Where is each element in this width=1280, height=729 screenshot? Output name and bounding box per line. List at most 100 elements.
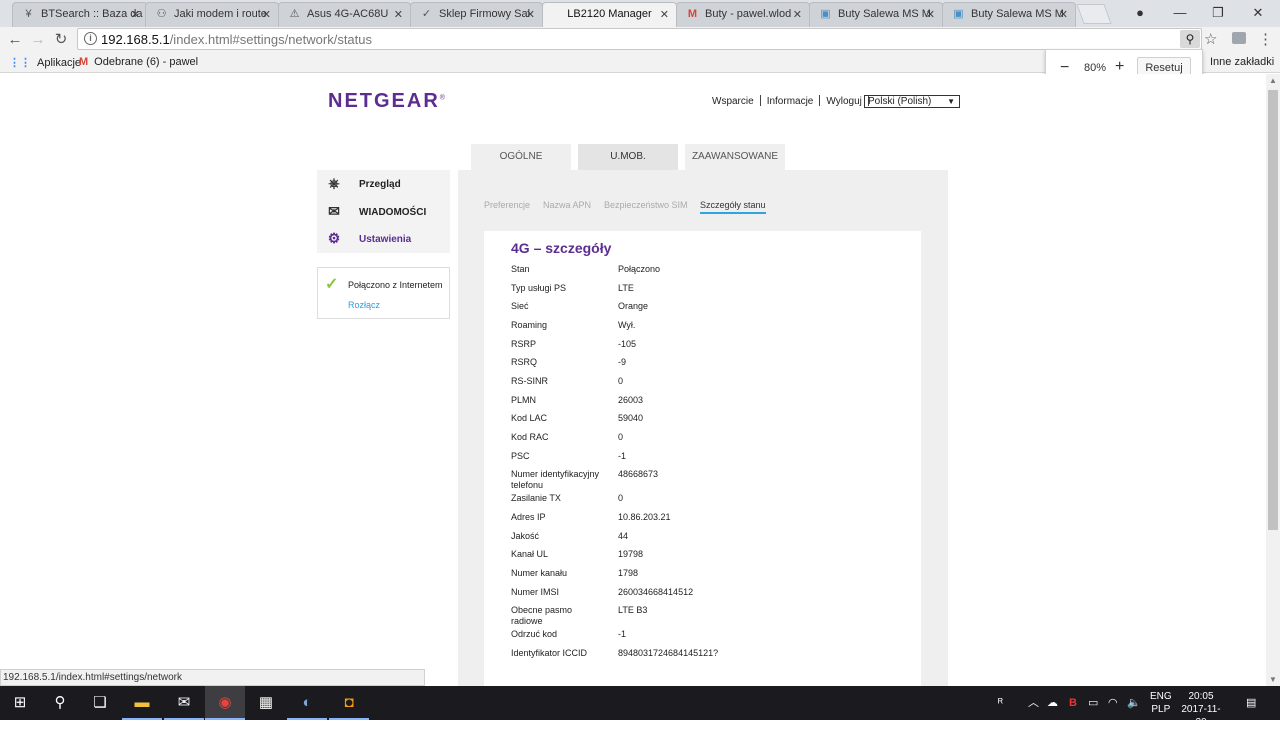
envelope-icon: ✉: [328, 203, 340, 219]
close-icon[interactable]: ✕: [131, 8, 140, 21]
sidebar-item-settings[interactable]: ⚙ Ustawienia: [317, 225, 450, 252]
minimize-button[interactable]: —: [1165, 3, 1195, 23]
close-icon[interactable]: ✕: [526, 8, 535, 21]
antivirus-icon[interactable]: B: [1069, 686, 1077, 720]
detail-label: PLMN: [511, 395, 537, 405]
support-link[interactable]: Wsparcie: [712, 96, 754, 107]
browser-tab[interactable]: ⚠ Asus 4G-AC68U ✕: [278, 2, 411, 27]
people-icon[interactable]: ᴿ: [998, 686, 1003, 720]
file-explorer-icon[interactable]: ▬: [122, 686, 162, 720]
notifications-icon[interactable]: ▤: [1246, 686, 1256, 720]
subtab-preferences[interactable]: Preferencje: [484, 200, 530, 210]
language-select[interactable]: Polski (Polish) ▼: [864, 95, 960, 108]
extension-icon[interactable]: [1232, 32, 1246, 44]
info-icon[interactable]: i: [84, 32, 97, 45]
system-clock[interactable]: 20:05 2017-11-20: [1178, 690, 1224, 729]
detail-value: 59040: [618, 413, 644, 423]
browser-tab[interactable]: ⚇ Jaki modem i route ✕: [145, 2, 279, 27]
forward-button[interactable]: →: [28, 30, 48, 50]
calculator-icon[interactable]: ▦: [246, 686, 286, 720]
close-icon[interactable]: ✕: [1059, 8, 1068, 21]
close-icon[interactable]: ✕: [793, 8, 802, 21]
new-tab-button[interactable]: [1076, 4, 1112, 24]
sidebar-item-overview[interactable]: ⎈ Przegląd: [317, 170, 450, 197]
tab-title: BTSearch :: Baza da: [41, 8, 143, 20]
url-path: /index.html#settings/network/status: [169, 32, 373, 47]
browser-tab[interactable]: ▣ Buty Salewa MS M ✕: [809, 2, 943, 27]
zoom-icon[interactable]: ⚲: [1180, 30, 1200, 48]
show-hidden-icons[interactable]: ︿: [1028, 686, 1039, 720]
address-bar[interactable]: i 192.168.5.1/index.html#settings/networ…: [77, 28, 1202, 50]
close-icon[interactable]: ✕: [262, 8, 271, 21]
bookmark-apps[interactable]: ⋮⋮ Aplikacje: [9, 56, 81, 69]
detail-label: Obecne pasmo radiowe: [511, 605, 573, 626]
input-language[interactable]: ENG PLP: [1150, 690, 1172, 716]
dropdown-arrow-icon: ▼: [947, 97, 955, 106]
profile-icon[interactable]: ●: [1125, 3, 1155, 23]
subtab-apn[interactable]: Nazwa APN: [543, 200, 591, 210]
header-links: Wsparcie Informacje Wyloguj: [712, 95, 875, 107]
volume-icon[interactable]: 🔈: [1127, 686, 1141, 720]
detail-label: Kod RAC: [511, 432, 549, 442]
bookmark-gmail[interactable]: M Odebrane (6) - pawel: [79, 56, 198, 68]
detail-label: Roaming: [511, 320, 548, 330]
gmail-icon: M: [79, 56, 89, 68]
close-icon[interactable]: ✕: [926, 8, 935, 21]
windows-start-icon[interactable]: ⊞: [0, 686, 40, 720]
subtab-status-details[interactable]: Szczegóły stanu: [700, 200, 766, 214]
globe-app-icon[interactable]: ◐: [287, 686, 327, 720]
browser-tab[interactable]: ✓ Sklep Firmowy Sal ✕: [410, 2, 543, 27]
scrollbar-thumb[interactable]: [1268, 90, 1278, 530]
subtab-sim-security[interactable]: Bezpieczeństwo SIM: [604, 200, 688, 210]
settings-panel: Preferencje Nazwa APN Bezpieczeństwo SIM…: [458, 170, 948, 686]
tab-advanced[interactable]: ZAAWANSOWANE: [685, 144, 785, 171]
apps-icon: ⋮⋮: [9, 57, 31, 69]
restore-button[interactable]: ❐: [1203, 3, 1233, 23]
scroll-up-icon[interactable]: ▲: [1269, 76, 1277, 85]
battery-icon[interactable]: ▭: [1088, 686, 1098, 720]
menu-icon[interactable]: ⋮: [1258, 30, 1273, 48]
cloud-icon[interactable]: ☁: [1047, 686, 1058, 720]
bookmark-star-icon[interactable]: ☆: [1204, 30, 1217, 48]
page-content: NETGEAR® Wsparcie Informacje Wyloguj Polsk…: [0, 74, 1266, 686]
tab-title: LB2120 Manager: [567, 8, 652, 20]
zoom-level: 80%: [1084, 62, 1107, 74]
url-text: 192.168.5.1/index.html#settings/network/…: [101, 32, 372, 47]
chrome-icon[interactable]: ◉: [205, 686, 245, 720]
logout-link[interactable]: Wyloguj: [826, 96, 861, 107]
mail-icon[interactable]: ✉: [164, 686, 204, 720]
task-view-icon[interactable]: ❏: [80, 686, 120, 720]
wifi-icon[interactable]: ◠: [1108, 686, 1118, 720]
detail-value: 1798: [618, 568, 639, 578]
page-scrollbar[interactable]: ▲ ▼: [1266, 74, 1280, 686]
netgear-logo[interactable]: NETGEAR®: [328, 90, 447, 113]
other-bookmarks[interactable]: Inne zakładki: [1210, 56, 1274, 68]
browser-tab[interactable]: ▣ Buty Salewa MS M ✕: [942, 2, 1076, 27]
forum-icon: ⚇: [156, 8, 167, 20]
reload-button[interactable]: ↻: [51, 30, 71, 50]
detail-value: Wył.: [618, 320, 636, 330]
shop-icon: ▣: [953, 8, 964, 20]
close-window-button[interactable]: ✕: [1243, 3, 1273, 23]
tab-mobile[interactable]: U.MOB.: [578, 144, 678, 171]
detail-label: Numer IMSI: [511, 587, 560, 597]
close-icon[interactable]: ✕: [660, 8, 669, 21]
detail-value: 8948031724684145121?: [618, 648, 719, 658]
status-url-bubble: 192.168.5.1/index.html#settings/network: [0, 669, 425, 686]
sidebar: ⎈ Przegląd ✉ WIADOMOŚCI ⚙ Ustawienia: [317, 170, 450, 253]
back-button[interactable]: ←: [5, 30, 25, 50]
tab-general[interactable]: OGÓLNE: [471, 144, 571, 171]
detail-label: RSRP: [511, 339, 537, 349]
scroll-down-icon[interactable]: ▼: [1269, 675, 1277, 684]
close-icon[interactable]: ✕: [394, 8, 403, 21]
disconnect-link[interactable]: Rozłącz: [348, 300, 380, 310]
orange-app-icon[interactable]: ◘: [329, 686, 369, 720]
browser-tab-active[interactable]: LB2120 Manager ✕: [542, 2, 677, 27]
browser-tab[interactable]: ¥ BTSearch :: Baza da ✕: [12, 2, 148, 27]
search-icon[interactable]: ⚲: [40, 686, 80, 720]
tab-title: Buty - pawel.wlod: [705, 8, 792, 20]
sidebar-item-messages[interactable]: ✉ WIADOMOŚCI: [317, 198, 450, 225]
info-link[interactable]: Informacje: [767, 96, 814, 107]
tab-title: Jaki modem i route: [174, 8, 267, 20]
browser-tab[interactable]: M Buty - pawel.wlod ✕: [676, 2, 810, 27]
